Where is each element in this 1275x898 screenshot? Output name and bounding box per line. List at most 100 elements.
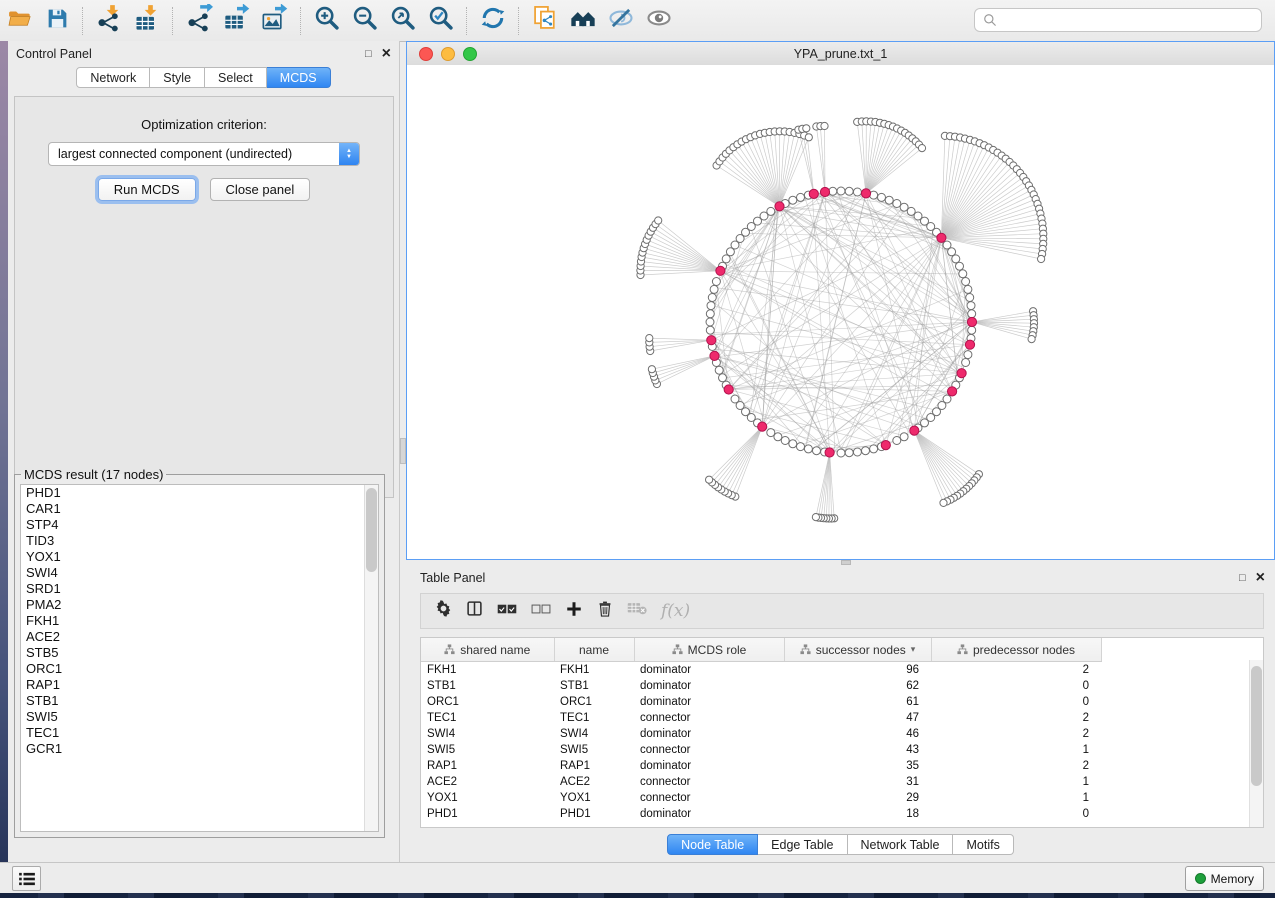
list-item[interactable]: RAP1 — [21, 677, 378, 693]
table-row[interactable]: RAP1RAP1dominator352 — [421, 758, 1101, 774]
list-item[interactable]: ACE2 — [21, 629, 378, 645]
table-cell[interactable]: dominator — [634, 662, 784, 679]
list-item[interactable]: ORC1 — [21, 661, 378, 677]
table-cell[interactable]: PHD1 — [554, 806, 634, 822]
table-cell[interactable]: PHD1 — [421, 806, 554, 822]
network-window-titlebar[interactable]: YPA_prune.txt_1 — [407, 42, 1274, 66]
tab-network[interactable]: Network — [76, 67, 150, 88]
zoom-in-button[interactable] — [310, 5, 344, 37]
column-header-name[interactable]: name — [554, 638, 634, 662]
list-item[interactable]: SWI4 — [21, 565, 378, 581]
float-panel-icon[interactable]: □ — [1239, 572, 1246, 584]
tab-motifs[interactable]: Motifs — [953, 834, 1013, 855]
table-cell[interactable]: 0 — [931, 694, 1101, 710]
scrollbar-thumb[interactable] — [1251, 666, 1262, 786]
list-item[interactable]: TID3 — [21, 533, 378, 549]
table-row[interactable]: FKH1FKH1dominator962 — [421, 662, 1101, 679]
network-graph[interactable] — [407, 65, 1275, 559]
table-cell[interactable]: 2 — [931, 662, 1101, 679]
tab-node-table[interactable]: Node Table — [667, 834, 758, 855]
task-history-button[interactable] — [12, 866, 41, 891]
table-cell[interactable]: 1 — [931, 774, 1101, 790]
list-item[interactable]: PMA2 — [21, 597, 378, 613]
float-panel-icon[interactable]: □ — [365, 48, 372, 60]
list-item[interactable]: YOX1 — [21, 549, 378, 565]
table-cell[interactable]: SWI5 — [421, 742, 554, 758]
table-cell[interactable]: 0 — [931, 806, 1101, 822]
table-cell[interactable]: FKH1 — [421, 662, 554, 679]
table-cell[interactable]: dominator — [634, 806, 784, 822]
select-all-icon[interactable] — [497, 602, 517, 621]
list-item[interactable]: TEC1 — [21, 725, 378, 741]
table-cell[interactable]: 2 — [931, 726, 1101, 742]
show-all-button[interactable] — [642, 5, 676, 37]
hide-selected-button[interactable] — [604, 5, 638, 37]
table-cell[interactable]: 43 — [784, 742, 931, 758]
table-cell[interactable]: connector — [634, 710, 784, 726]
tab-edge-table[interactable]: Edge Table — [758, 834, 847, 855]
table-cell[interactable]: 61 — [784, 694, 931, 710]
optimization-criterion-select[interactable]: largest connected component (undirected)… — [48, 142, 360, 166]
list-item[interactable]: STP4 — [21, 517, 378, 533]
table-cell[interactable]: ACE2 — [421, 774, 554, 790]
table-cell[interactable]: 46 — [784, 726, 931, 742]
table-cell[interactable]: SWI4 — [554, 726, 634, 742]
table-cell[interactable]: dominator — [634, 678, 784, 694]
table-cell[interactable]: SWI5 — [554, 742, 634, 758]
table-cell[interactable]: RAP1 — [421, 758, 554, 774]
export-network-button[interactable] — [182, 5, 216, 37]
table-row[interactable]: ACE2ACE2connector311 — [421, 774, 1101, 790]
table-cell[interactable]: 35 — [784, 758, 931, 774]
table-cell[interactable]: ORC1 — [421, 694, 554, 710]
table-cell[interactable]: 0 — [931, 678, 1101, 694]
list-item[interactable]: SWI5 — [21, 709, 378, 725]
list-item[interactable]: SRD1 — [21, 581, 378, 597]
table-cell[interactable]: dominator — [634, 694, 784, 710]
list-item[interactable]: GCR1 — [21, 741, 378, 757]
table-cell[interactable]: FKH1 — [554, 662, 634, 679]
mcds-list-scrollbar[interactable] — [364, 485, 378, 831]
table-cell[interactable]: 1 — [931, 790, 1101, 806]
table-row[interactable]: PHD1PHD1dominator180 — [421, 806, 1101, 822]
first-neighbors-button[interactable] — [566, 5, 600, 37]
table-row[interactable]: TEC1TEC1connector472 — [421, 710, 1101, 726]
memory-button[interactable]: Memory — [1185, 866, 1264, 891]
zoom-fit-button[interactable] — [386, 5, 420, 37]
table-settings-gear-icon[interactable] — [435, 600, 452, 622]
list-item[interactable]: PHD1 — [21, 485, 378, 501]
import-network-button[interactable] — [92, 5, 126, 37]
zoom-out-button[interactable] — [348, 5, 382, 37]
table-cell[interactable]: 62 — [784, 678, 931, 694]
table-cell[interactable]: 96 — [784, 662, 931, 679]
table-cell[interactable]: 47 — [784, 710, 931, 726]
close-panel-icon[interactable]: × — [382, 46, 391, 62]
table-cell[interactable]: 31 — [784, 774, 931, 790]
table-cell[interactable]: TEC1 — [421, 710, 554, 726]
close-panel-icon[interactable]: × — [1256, 570, 1265, 586]
table-cell[interactable]: STB1 — [421, 678, 554, 694]
table-row[interactable]: SWI4SWI4dominator462 — [421, 726, 1101, 742]
list-item[interactable]: FKH1 — [21, 613, 378, 629]
table-cell[interactable]: YOX1 — [554, 790, 634, 806]
table-cell[interactable]: STB1 — [554, 678, 634, 694]
run-mcds-button[interactable]: Run MCDS — [98, 178, 196, 201]
table-cell[interactable]: 18 — [784, 806, 931, 822]
delete-table-icon[interactable] — [627, 601, 647, 621]
mcds-result-list[interactable]: PHD1CAR1STP4TID3YOX1SWI4SRD1PMA2FKH1ACE2… — [20, 484, 379, 832]
table-cell[interactable]: 2 — [931, 758, 1101, 774]
table-cell[interactable]: YOX1 — [421, 790, 554, 806]
tab-network-table[interactable]: Network Table — [848, 834, 954, 855]
scrollbar-thumb[interactable] — [366, 488, 377, 572]
column-header-predecessor-nodes[interactable]: predecessor nodes — [931, 638, 1101, 662]
table-cell[interactable]: RAP1 — [554, 758, 634, 774]
tab-select[interactable]: Select — [205, 67, 267, 88]
table-cell[interactable]: 29 — [784, 790, 931, 806]
unselect-all-icon[interactable] — [531, 602, 551, 621]
table-cell[interactable]: connector — [634, 742, 784, 758]
table-cell[interactable]: connector — [634, 774, 784, 790]
column-header-successor-nodes[interactable]: successor nodes▾ — [784, 638, 931, 662]
table-cell[interactable]: dominator — [634, 726, 784, 742]
column-header-shared-name[interactable]: shared name — [421, 638, 554, 662]
table-row[interactable]: STB1STB1dominator620 — [421, 678, 1101, 694]
search-input[interactable] — [1003, 12, 1253, 28]
